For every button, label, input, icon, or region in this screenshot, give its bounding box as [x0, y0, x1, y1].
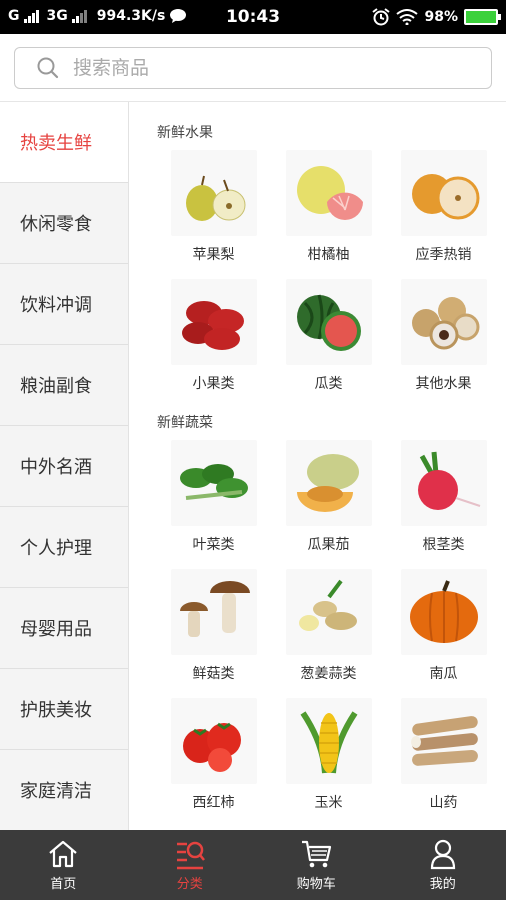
tab-mine[interactable]: 我的 [380, 830, 506, 900]
tomato-icon [170, 698, 257, 784]
yam-icon [400, 698, 487, 784]
ginger-icon [285, 569, 372, 655]
category-item-label: 西红柿 [192, 795, 235, 811]
status-bar: G 3G 994.3K/s 10:43 98% [0, 0, 506, 34]
sidebar-item-label: 热卖生鲜 [20, 133, 92, 154]
tab-cart[interactable]: 购物车 [253, 830, 380, 900]
category-item-label: 根茎类 [422, 537, 465, 553]
sidebar-item-label: 家庭清洁 [20, 781, 92, 802]
watermelon-icon [285, 279, 372, 365]
longan-icon [400, 279, 487, 365]
tab-label: 首页 [50, 877, 77, 892]
wifi-icon [396, 9, 419, 25]
jujube-icon [170, 279, 257, 365]
spinach-icon [170, 440, 257, 526]
sidebar-item-label: 母婴用品 [20, 619, 92, 640]
category-item[interactable]: 鲜菇类 [156, 567, 271, 696]
tab-label: 分类 [176, 877, 203, 892]
pumpkin-icon [400, 569, 487, 655]
home-icon [49, 840, 77, 868]
sidebar-item-label: 护肤美妆 [20, 700, 92, 721]
category-item-label: 瓜类 [314, 376, 343, 392]
category-item[interactable]: 南瓜 [386, 567, 501, 696]
sidebar-item-drinks[interactable]: 饮料冲调 [0, 264, 128, 345]
category-item[interactable]: 柑橘柚 [271, 148, 386, 277]
user-icon [430, 839, 455, 870]
category-item[interactable]: 山药 [386, 696, 501, 825]
corn-icon [285, 698, 372, 784]
radish-icon [400, 440, 487, 526]
section-title-vegetable: 新鲜蔬菜 [157, 415, 213, 431]
category-item-label: 瓜果茄 [307, 537, 350, 553]
search-bar [0, 34, 506, 102]
category-sidebar: 热卖生鲜 休闲零食 饮料冲调 粮油副食 中外名酒 个人护理 母婴用品 护肤美妆 … [0, 102, 129, 831]
mushroom-icon [170, 569, 257, 655]
cart-icon [302, 840, 332, 868]
category-item-label: 葱姜蒜类 [300, 666, 357, 682]
sidebar-item-label: 粮油副食 [20, 376, 92, 397]
tab-label: 购物车 [296, 877, 336, 892]
sidebar-item-cleaning[interactable]: 家庭清洁 [0, 750, 128, 831]
sidebar-item-label: 饮料冲调 [20, 295, 92, 316]
asian-pear-icon [400, 150, 487, 236]
vegetable-grid: 叶菜类 瓜果茄 根茎类 鲜菇类 葱姜蒜类 南瓜 西红柿 玉米 山药 [130, 438, 506, 825]
fruit-grid: 苹果梨 柑橘柚 应季热销 小果类 瓜类 其他水果 [130, 148, 506, 406]
sidebar-item-baby[interactable]: 母婴用品 [0, 588, 128, 669]
category-item[interactable]: 瓜果茄 [271, 438, 386, 567]
category-item[interactable]: 玉米 [271, 696, 386, 825]
category-content: 新鲜水果 苹果梨 柑橘柚 应季热销 小果类 瓜类 其他水果 新鲜蔬菜 叶菜类 瓜… [130, 102, 506, 830]
status-right: 98% [372, 8, 501, 26]
search-icon [37, 57, 59, 79]
category-item-label: 其他水果 [415, 376, 472, 392]
sidebar-item-personal-care[interactable]: 个人护理 [0, 507, 128, 588]
category-item-label: 南瓜 [429, 666, 458, 682]
sidebar-item-snacks[interactable]: 休闲零食 [0, 183, 128, 264]
category-item-label: 叶菜类 [192, 537, 235, 553]
tab-label: 我的 [429, 877, 456, 892]
sidebar-item-beauty[interactable]: 护肤美妆 [0, 669, 128, 750]
category-item[interactable]: 应季热销 [386, 148, 501, 277]
sidebar-item-fresh[interactable]: 热卖生鲜 [0, 102, 128, 183]
sidebar-item-grain-oil[interactable]: 粮油副食 [0, 345, 128, 426]
search-box[interactable] [14, 47, 492, 89]
category-item-label: 应季热销 [415, 247, 472, 263]
section-title-fruit: 新鲜水果 [157, 125, 213, 141]
category-item-label: 玉米 [314, 795, 343, 811]
category-item-label: 小果类 [192, 376, 235, 392]
category-icon [176, 841, 205, 870]
pear-icon [170, 150, 257, 236]
category-item[interactable]: 瓜类 [271, 277, 386, 406]
sidebar-item-label: 休闲零食 [20, 214, 92, 235]
bottom-tab-bar: 首页 分类 购物车 我的 [0, 830, 506, 900]
pomelo-icon [285, 150, 372, 236]
battery-percent: 98% [424, 9, 458, 25]
category-item[interactable]: 小果类 [156, 277, 271, 406]
sidebar-item-liquor[interactable]: 中外名酒 [0, 426, 128, 507]
category-item[interactable]: 根茎类 [386, 438, 501, 567]
melon-icon [285, 440, 372, 526]
category-item-label: 鲜菇类 [192, 666, 235, 682]
alarm-icon [372, 8, 391, 26]
tab-home[interactable]: 首页 [0, 830, 127, 900]
category-item-label: 柑橘柚 [307, 247, 350, 263]
tab-category[interactable]: 分类 [127, 830, 254, 900]
sidebar-item-label: 中外名酒 [20, 457, 92, 478]
category-item[interactable]: 其他水果 [386, 277, 501, 406]
search-input[interactable] [73, 57, 453, 79]
category-item[interactable]: 葱姜蒜类 [271, 567, 386, 696]
category-item[interactable]: 西红柿 [156, 696, 271, 825]
category-item-label: 山药 [429, 795, 458, 811]
sidebar-item-label: 个人护理 [20, 538, 92, 559]
battery-icon [464, 9, 501, 25]
category-item-label: 苹果梨 [192, 247, 235, 263]
category-item[interactable]: 叶菜类 [156, 438, 271, 567]
category-item[interactable]: 苹果梨 [156, 148, 271, 277]
